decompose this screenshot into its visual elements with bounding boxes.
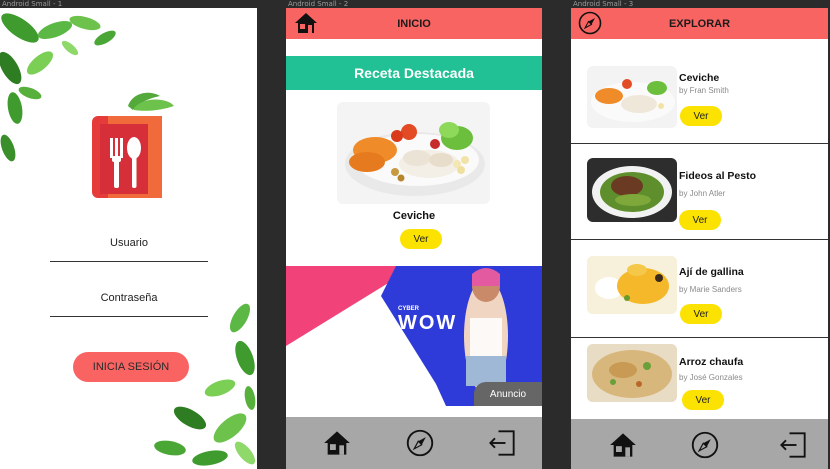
compass-icon[interactable]: [578, 11, 602, 35]
username-underline: [50, 261, 208, 262]
recipe-image-fideos: [587, 158, 677, 222]
ad-label: Anuncio: [474, 382, 542, 406]
view-button[interactable]: Ver: [679, 210, 721, 230]
recipe-title: Fideos al Pesto: [679, 170, 757, 182]
home-bottom-nav: [286, 417, 542, 469]
nav-logout-icon[interactable]: [779, 431, 807, 459]
nav-home-icon[interactable]: [323, 429, 351, 457]
recipe-list-item[interactable]: Fideos al Pesto by John Atler Ver: [571, 144, 828, 240]
explore-screen: EXPLORAR Ceviche by Fran Smith Ver Fideo…: [571, 8, 828, 469]
leaves-bottom-decoration: [154, 303, 256, 466]
featured-recipe-title: Ceviche: [392, 210, 436, 222]
recipe-author: by Marie Sanders: [679, 285, 742, 294]
home-title: INICIO: [397, 17, 431, 30]
recipe-image-chaufa: [587, 344, 677, 402]
password-underline: [50, 316, 208, 317]
view-button[interactable]: Ver: [680, 304, 722, 324]
recipe-list-item[interactable]: Ceviche by Fran Smith Ver: [571, 48, 828, 144]
app-logo: [92, 92, 174, 198]
featured-view-button[interactable]: Ver: [400, 229, 442, 249]
featured-dish-image[interactable]: [337, 102, 490, 204]
recipe-title: Ají de gallina: [679, 266, 744, 278]
frame-label-1: Android Small - 1: [2, 0, 63, 8]
ceviche-illustration: [345, 122, 485, 196]
recipe-title: Ceviche: [679, 72, 720, 84]
frame-label-2: Android Small - 2: [288, 0, 349, 8]
view-button[interactable]: Ver: [682, 390, 724, 410]
username-field[interactable]: Usuario: [50, 237, 208, 249]
frame-label-3: Android Small - 3: [573, 0, 634, 8]
nav-compass-icon[interactable]: [691, 431, 719, 459]
explore-title: EXPLORAR: [668, 17, 731, 30]
ad-brand-big: WOW: [398, 312, 458, 334]
login-button[interactable]: INICIA SESIÓN: [73, 352, 189, 382]
recipe-list-item[interactable]: Ají de gallina by Marie Sanders Ver: [571, 240, 828, 338]
nav-home-icon[interactable]: [609, 431, 637, 459]
ad-banner[interactable]: CYBER WOW Anuncio: [286, 266, 542, 406]
nav-compass-icon[interactable]: [406, 429, 434, 457]
recipe-title: Arroz chaufa: [679, 356, 744, 368]
featured-title: Receta Destacada: [286, 56, 542, 90]
recipe-author: by Fran Smith: [679, 86, 729, 95]
recipe-image-ceviche: [587, 66, 677, 128]
explore-header: EXPLORAR: [571, 8, 828, 39]
login-screen: Usuario Contraseña INICIA SESIÓN: [0, 8, 257, 469]
recipe-list-item[interactable]: Arroz chaufa by José Gonzales Ver: [571, 338, 828, 418]
password-field[interactable]: Contraseña: [50, 292, 208, 304]
home-icon[interactable]: [294, 11, 318, 35]
recipe-author: by José Gonzales: [679, 373, 743, 382]
recipe-image-aji: [587, 256, 677, 314]
recipe-author: by John Atler: [679, 189, 726, 198]
home-screen: INICIO Receta Destacada Ceviche Ver CYBE…: [286, 8, 542, 469]
home-header: INICIO: [286, 8, 542, 39]
view-button[interactable]: Ver: [680, 106, 722, 126]
explore-bottom-nav: [571, 419, 828, 469]
nav-logout-icon[interactable]: [488, 429, 516, 457]
